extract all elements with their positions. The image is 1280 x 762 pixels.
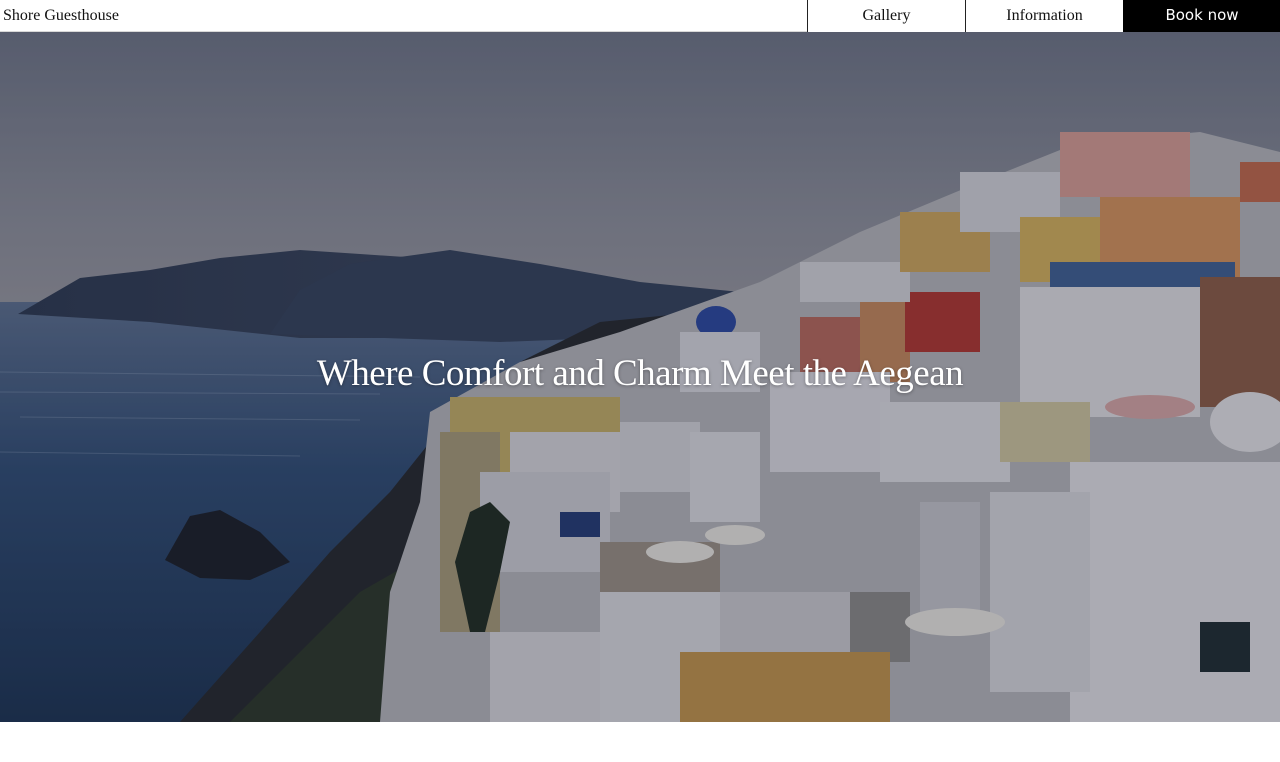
page-below-hero xyxy=(0,722,1280,762)
main-nav: Gallery Information Book now xyxy=(807,0,1280,32)
hero-headline: Where Comfort and Charm Meet the Aegean xyxy=(316,353,964,394)
hero-section: Where Comfort and Charm Meet the Aegean xyxy=(0,32,1280,722)
nav-information-link[interactable]: Information xyxy=(965,0,1123,32)
book-now-button[interactable]: Book now xyxy=(1123,0,1280,32)
site-brand[interactable]: Shore Guesthouse xyxy=(3,0,119,32)
top-bar: Shore Guesthouse Gallery Information Boo… xyxy=(0,0,1280,32)
nav-gallery-link[interactable]: Gallery xyxy=(807,0,965,32)
